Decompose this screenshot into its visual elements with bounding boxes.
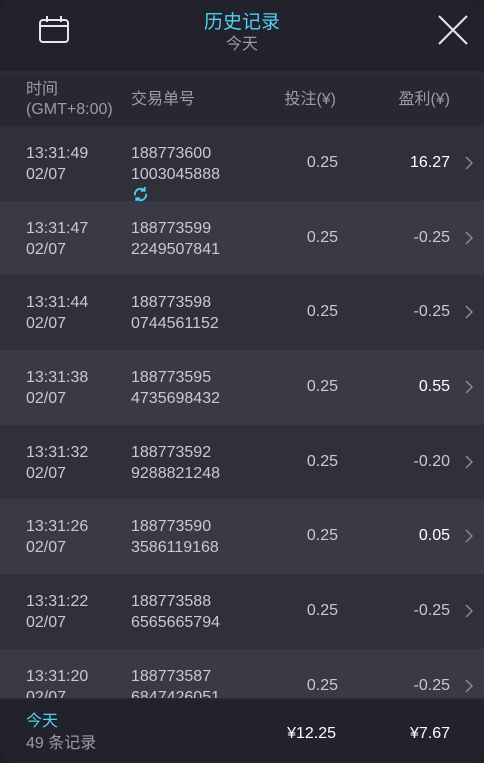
row-order: 188773590 3586119168: [131, 518, 219, 557]
record-list: 13:31:49 02/07 188773600 1003045888 0.25 1…: [0, 126, 484, 698]
row-bet: 0.25: [306, 228, 338, 246]
column-header: 时间 (GMT+8:00) 交易单号 投注(¥) 盈利(¥): [0, 74, 484, 126]
row-time: 13:31:20 02/07: [26, 667, 89, 698]
row-bet: 0.25: [306, 676, 338, 694]
chevron-right-icon: [465, 529, 473, 543]
row-order: 188773595 4735698432: [131, 369, 220, 408]
column-time: 时间 (GMT+8:00): [26, 81, 113, 118]
footer-period: 今天: [26, 713, 59, 730]
record-count: 49 条记录: [26, 735, 97, 752]
table-row[interactable]: 13:31:26 02/07 188773590 3586119168 0.25 0…: [0, 499, 484, 575]
row-profit: 0.55: [418, 378, 450, 396]
table-row[interactable]: 13:31:47 02/07 188773599 2249507841 0.25 -…: [0, 200, 484, 276]
chevron-right-icon: [465, 380, 473, 394]
header: 历史记录 今天: [0, 0, 484, 72]
table-row[interactable]: 13:31:32 02/07 188773592 9288821248 0.25 -…: [0, 424, 484, 500]
row-bet: 0.25: [306, 378, 338, 396]
chevron-right-icon: [465, 156, 473, 170]
row-time: 13:31:44 02/07: [26, 294, 89, 333]
total-profit: ¥7.67: [409, 725, 450, 742]
row-order: 188773598 0744561152: [131, 294, 219, 333]
row-time: 13:31:38 02/07: [26, 369, 89, 408]
total-bet: ¥12.25: [287, 725, 336, 742]
table-row[interactable]: 13:31:38 02/07 188773595 4735698432 0.25 0…: [0, 350, 484, 425]
history-panel: 历史记录 今天 时间 (GMT+8:00) 交易单号 投注(¥) 盈利(¥) 1…: [0, 0, 484, 763]
row-bet: 0.25: [306, 527, 338, 545]
row-time: 13:31:47 02/07: [26, 219, 89, 258]
row-bet: 0.25: [306, 303, 338, 321]
summary-footer: 今天 49 条记录 ¥12.25 ¥7.67: [0, 698, 484, 763]
column-bet: 投注(¥): [284, 91, 336, 108]
row-profit: -0.25: [413, 602, 450, 620]
table-row[interactable]: 13:31:20 02/07 188773587 6847426051 0.25 -…: [0, 648, 484, 698]
row-time: 13:31:49 02/07: [26, 145, 89, 183]
row-order: 188773592 9288821248: [131, 443, 220, 482]
row-profit: 0.05: [418, 527, 450, 545]
row-order: 188773599 2249507841: [131, 219, 220, 258]
row-time: 13:31:32 02/07: [26, 443, 89, 482]
column-order: 交易单号: [131, 91, 196, 108]
chevron-right-icon: [465, 604, 473, 618]
chevron-right-icon: [465, 679, 473, 693]
close-icon[interactable]: [436, 13, 470, 47]
row-order: 188773587 6847426051: [131, 667, 220, 698]
row-profit: -0.25: [413, 303, 450, 321]
table-row[interactable]: 13:31:44 02/07 188773598 0744561152 0.25 -…: [0, 275, 484, 351]
chevron-right-icon: [465, 305, 473, 319]
row-order: 188773588 6565665794: [131, 593, 220, 632]
row-profit: -0.25: [413, 228, 450, 246]
row-time: 13:31:22 02/07: [26, 593, 89, 632]
page-subtitle: 今天: [225, 36, 258, 53]
row-profit: -0.20: [413, 452, 450, 470]
row-order: 188773600 1003045888: [131, 145, 220, 183]
row-profit: -0.25: [413, 676, 450, 694]
row-bet: 0.25: [306, 602, 338, 620]
chevron-right-icon: [465, 231, 473, 245]
chevron-right-icon: [465, 455, 473, 469]
row-time: 13:31:26 02/07: [26, 518, 89, 557]
row-bet: 0.25: [306, 452, 338, 470]
page-title: 历史记录: [203, 12, 280, 33]
table-row[interactable]: 13:31:22 02/07 188773588 6565665794 0.25 -…: [0, 574, 484, 649]
row-bet: 0.25: [306, 154, 338, 171]
column-profit: 盈利(¥): [398, 91, 450, 108]
row-profit: 16.27: [409, 154, 450, 171]
table-row[interactable]: 13:31:49 02/07 188773600 1003045888 0.25 1…: [0, 126, 484, 203]
